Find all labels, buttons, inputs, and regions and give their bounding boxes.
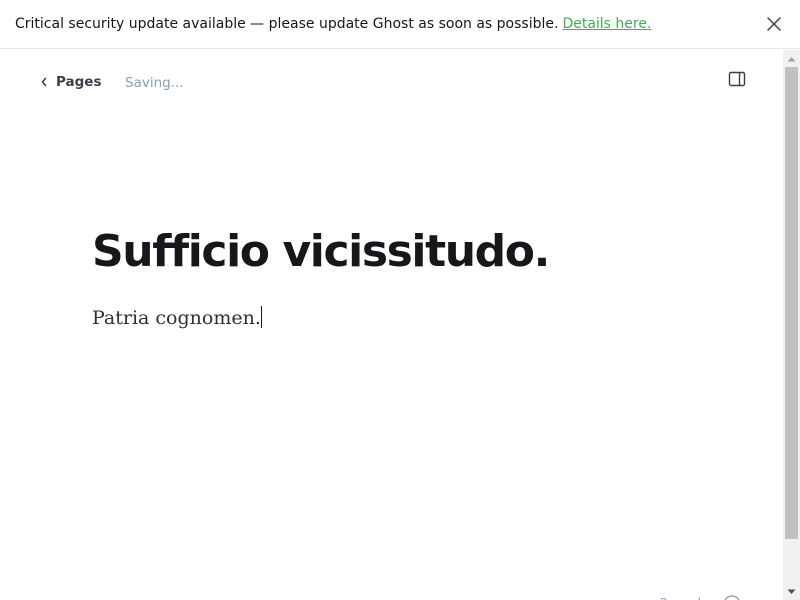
post-title[interactable]: Sufficio vicissitudo.	[92, 227, 550, 276]
vertical-scrollbar[interactable]	[783, 50, 800, 600]
security-update-banner: Critical security update available — ple…	[0, 0, 800, 49]
post-body-text: Patria cognomen.	[92, 307, 261, 329]
back-to-pages-button[interactable]: Pages	[40, 74, 102, 90]
editor-pane: Pages Saving... Sufficio vicissitudo. Pa…	[0, 50, 783, 600]
save-status: Saving...	[125, 75, 184, 91]
help-icon[interactable]	[722, 594, 742, 600]
scroll-down-arrow-icon[interactable]	[783, 583, 800, 600]
text-caret	[260, 306, 262, 328]
details-link[interactable]: Details here.	[562, 16, 651, 32]
post-body-editor[interactable]: Patria cognomen.	[92, 305, 262, 332]
scrollbar-thumb[interactable]	[785, 67, 798, 539]
banner-message: Critical security update available — ple…	[15, 16, 559, 32]
word-count: 2 words	[660, 596, 707, 600]
sidebar-icon[interactable]	[728, 71, 746, 87]
chevron-left-icon	[41, 77, 47, 87]
back-label: Pages	[56, 74, 102, 90]
close-icon[interactable]	[766, 16, 782, 32]
scroll-up-arrow-icon[interactable]	[783, 50, 800, 67]
